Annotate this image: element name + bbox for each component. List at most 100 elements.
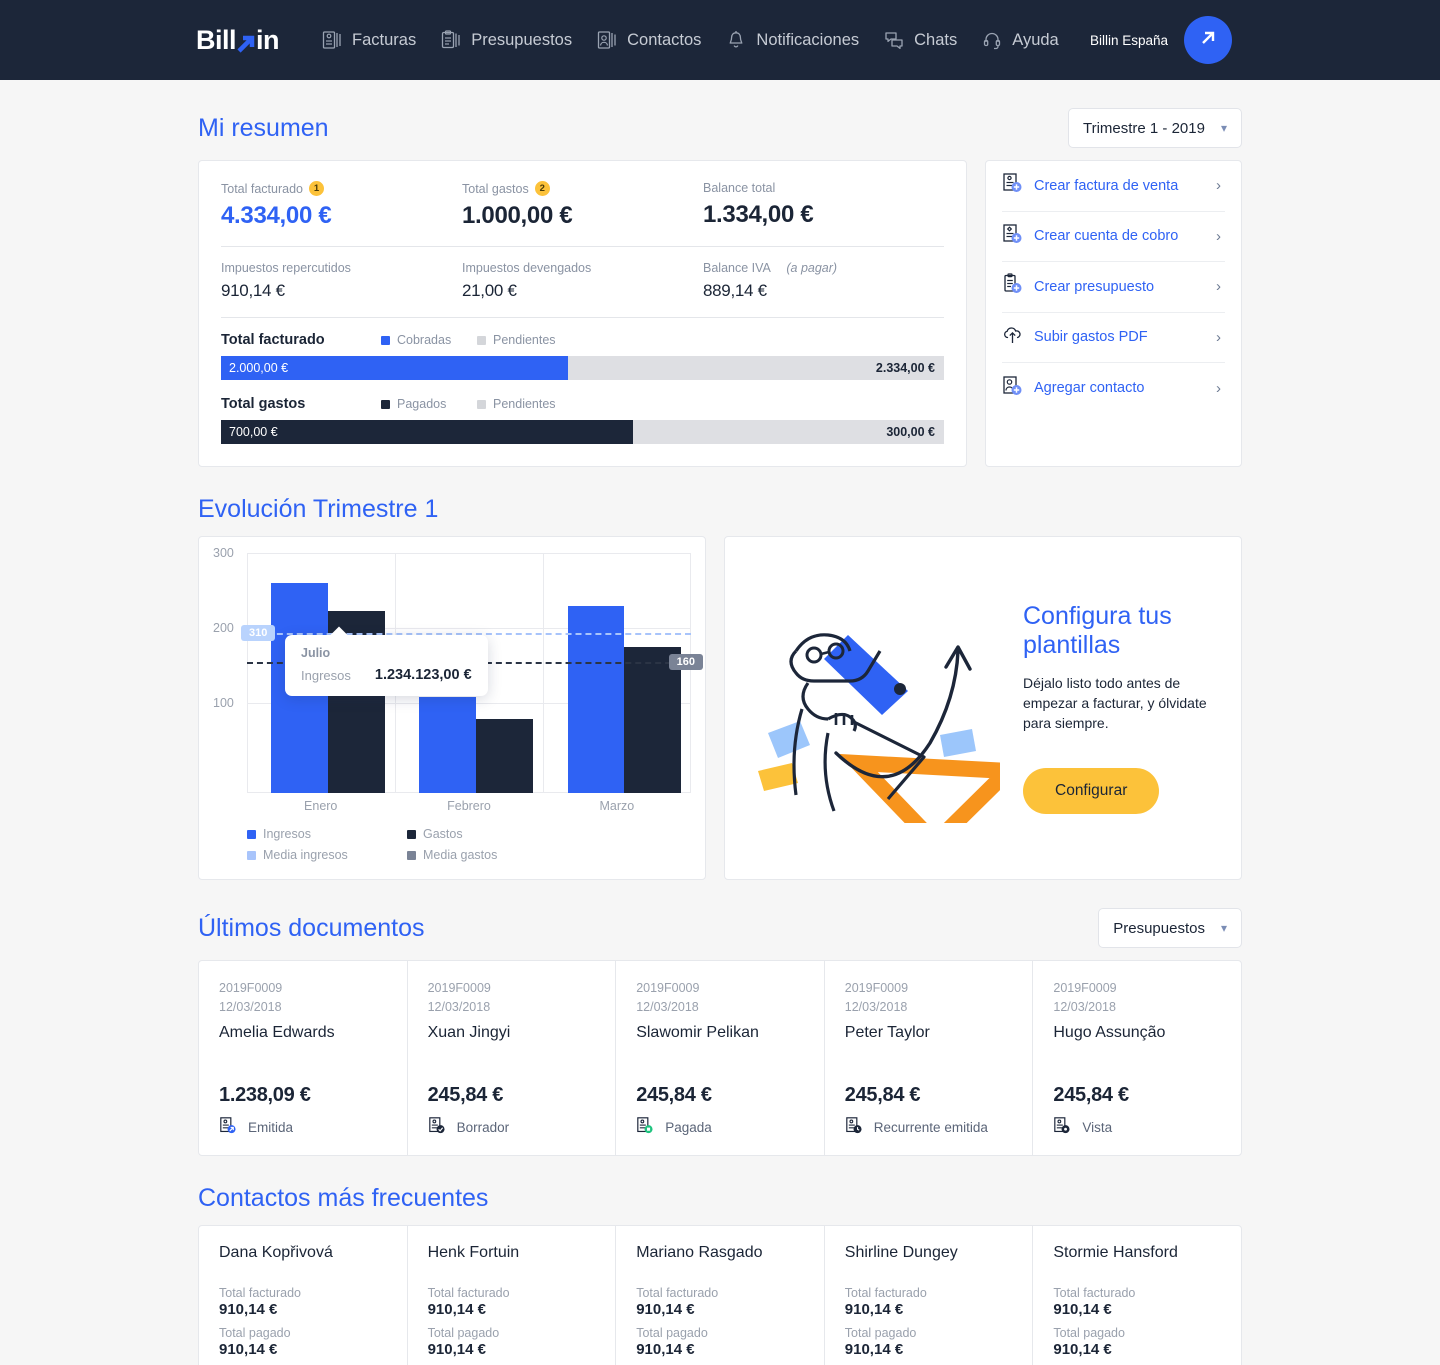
legend-swatch-pagados <box>381 399 390 409</box>
action-subir-gastos-pdf[interactable]: Subir gastos PDF › <box>1002 313 1225 363</box>
y-tick-100: 100 <box>213 696 234 710</box>
legend-swatch-cobradas <box>381 335 390 345</box>
stat-label-impuestos-devengados: Impuestos devengados <box>462 261 592 275</box>
bar-ingresos-febrero[interactable] <box>419 697 477 793</box>
nav-item-facturas[interactable]: Facturas <box>321 29 416 51</box>
action-crear-presupuesto[interactable]: Crear presupuesto › <box>1002 262 1225 313</box>
contact-billed-value-3: 910,14 € <box>636 1300 695 1318</box>
period-select[interactable]: Trimestre 1 - 2019 ▾ <box>1067 108 1242 148</box>
document-name-1: Amelia Edwards <box>219 1023 335 1041</box>
stat-label-balance-total: Balance total <box>703 181 776 195</box>
chart-legend-label-media-ingresos: Media ingresos <box>263 848 348 862</box>
contact-paid-label-1: Total pagado <box>219 1325 291 1340</box>
action-label-crear-cuenta-de-cobro: Crear cuenta de cobro <box>1034 228 1179 245</box>
document-date-4: 12/03/2018 <box>844 1000 908 1015</box>
bar-fill-pagados: 700,00 € <box>221 420 634 444</box>
stat-label-total-gastos: Total gastos <box>462 181 529 196</box>
tooltip-title: Julio <box>301 646 331 660</box>
action-label-crear-presupuesto: Crear presupuesto <box>1034 278 1155 295</box>
document-card-5[interactable]: 2019F0009 12/03/2018 Hugo Assunção 245,8… <box>1033 961 1241 1155</box>
bar-block-facturado: Total facturado Cobradas Pendientes 2.00… <box>221 332 944 380</box>
nav-item-notificaciones[interactable]: Notificaciones <box>725 29 859 51</box>
document-ref-2: 2019F0009 <box>427 981 491 995</box>
bar-chart: 300 200 100 310 160 Julio Ingresos 1.234… <box>213 546 703 793</box>
document-type-select[interactable]: Presupuestos ▾ <box>1098 908 1242 948</box>
contact-billed-value-1: 910,14 € <box>219 1300 278 1318</box>
contact-paid-label-2: Total pagado <box>427 1325 500 1340</box>
document-amount-3: 245,84 € <box>636 1083 712 1106</box>
action-agregar-contacto[interactable]: Agregar contacto › <box>1002 363 1225 414</box>
chart-legend-gastos: Gastos <box>407 827 567 841</box>
document-card-1[interactable]: 2019F0009 12/03/2018 Amelia Edwards 1.23… <box>199 961 408 1155</box>
chart-tooltip: Julio Ingresos 1.234.123,00 € <box>285 626 488 696</box>
document-card-3[interactable]: 2019F0009 12/03/2018 Slawomir Pelikan 24… <box>616 961 825 1155</box>
nav-item-ayuda[interactable]: Ayuda <box>981 29 1059 51</box>
contact-paid-value-1: 910,14 € <box>219 1340 278 1358</box>
bar-fill-cobradas: 2.000,00 € <box>221 356 569 380</box>
stat-total-facturado: Total facturado 1 4.334,00 € <box>221 181 462 230</box>
bar-block-gastos: Total gastos Pagados Pendientes 700,00 €… <box>221 396 944 444</box>
action-crear-cuenta-de-cobro[interactable]: Crear cuenta de cobro › <box>1002 212 1225 262</box>
cloud-upload-icon <box>1002 324 1024 351</box>
contact-card-1[interactable]: Dana Kopřivová Total facturado 910,14 € … <box>199 1225 408 1365</box>
tax-stats: Impuestos repercutidos 910,14 € Impuesto… <box>221 261 944 301</box>
chevron-right-icon-3: › <box>1216 278 1221 296</box>
contacts-grid: Dana Kopřivová Total facturado 910,14 € … <box>198 1224 1242 1365</box>
primary-stats: Total facturado 1 4.334,00 € Total gasto… <box>221 181 944 230</box>
chart-legend-swatch-media-ingresos <box>247 850 256 860</box>
promo-title: Configura tus plantillas <box>1023 602 1172 660</box>
contact-card-2[interactable]: Henk Fortuin Total facturado 910,14 € To… <box>408 1225 617 1365</box>
bar-value-cobradas: 2.000,00 € <box>229 361 289 375</box>
nav-label-presupuestos: Presupuestos <box>471 30 573 49</box>
logo-text-post: in <box>256 24 280 55</box>
stat-total-gastos: Total gastos 2 1.000,00 € <box>462 181 703 230</box>
stat-label-balance-iva: Balance IVA <box>703 261 771 275</box>
legend-label-pendientes-2: Pendientes <box>493 397 556 411</box>
legend-label-pendientes-1: Pendientes <box>493 333 556 347</box>
doc-viewed-icon <box>1053 1116 1073 1139</box>
nav-item-contactos[interactable]: Contactos <box>596 29 701 51</box>
bar-legend-pendientes-2: Pendientes <box>477 397 573 411</box>
clipboard-icon <box>440 29 462 51</box>
document-card-4[interactable]: 2019F0009 12/03/2018 Peter Taylor 245,84… <box>825 961 1034 1155</box>
chart-legend-label-media-gastos: Media gastos <box>423 848 498 862</box>
contact-billed-label-3: Total facturado <box>636 1285 719 1300</box>
contact-billed-value-2: 910,14 € <box>427 1300 486 1318</box>
contact-billed-label-2: Total facturado <box>427 1285 510 1300</box>
document-name-3: Slawomir Pelikan <box>636 1023 759 1041</box>
app-logo[interactable]: Bill in <box>196 24 280 56</box>
contact-plus-icon <box>1002 375 1024 402</box>
gridline-v-2 <box>542 553 544 793</box>
nav-item-chats[interactable]: Chats <box>883 29 957 51</box>
chart-legend-ingresos: Ingresos <box>247 827 407 841</box>
document-ref-4: 2019F0009 <box>844 981 909 995</box>
bar-value-pendientes-1: 2.334,00 € <box>875 361 935 375</box>
invoice-icon <box>321 29 343 51</box>
nav-item-presupuestos[interactable]: Presupuestos <box>440 29 572 51</box>
gridline-v-3 <box>690 553 691 793</box>
contact-card-4[interactable]: Shirline Dungey Total facturado 910,14 €… <box>825 1225 1034 1365</box>
documents-grid: 2019F0009 12/03/2018 Amelia Edwards 1.23… <box>198 960 1242 1156</box>
clipboard-plus-icon <box>1002 273 1024 300</box>
document-date-1: 12/03/2018 <box>219 1000 282 1015</box>
quick-actions-card: Crear factura de venta › Crear cuenta de… <box>985 160 1242 467</box>
contact-billed-value-5: 910,14 € <box>1053 1300 1112 1318</box>
bar-gastos-febrero[interactable] <box>476 718 533 793</box>
stat-value-impuestos-devengados: 21,00 € <box>462 281 517 300</box>
doc-sent-icon <box>219 1116 239 1139</box>
document-card-2[interactable]: 2019F0009 12/03/2018 Xuan Jingyi 245,84 … <box>408 961 617 1155</box>
contact-card-5[interactable]: Stormie Hansford Total facturado 910,14 … <box>1033 1226 1241 1365</box>
action-crear-factura-de-venta[interactable]: Crear factura de venta › <box>1002 161 1225 212</box>
tooltip-value: 1.234.123,00 € <box>374 667 472 683</box>
primary-nav-items: Facturas Presupuestos Contactos Notifica… <box>321 29 1090 51</box>
configurar-button[interactable]: Configurar <box>1023 767 1160 814</box>
stat-badge-1: 1 <box>309 181 324 196</box>
chart-legend-swatch-gastos <box>407 829 416 839</box>
chart-x-labels: Enero Febrero Marzo <box>247 799 691 823</box>
user-avatar[interactable] <box>1184 16 1232 64</box>
document-name-4: Peter Taylor <box>844 1023 930 1041</box>
top-navigation-bar: Bill in Facturas Presupuestos Contactos N… <box>0 0 1440 80</box>
contact-name-1: Dana Kopřivová <box>219 1243 333 1261</box>
document-status-1: Emitida <box>248 1119 294 1135</box>
contact-card-3[interactable]: Mariano Rasgado Total facturado 910,14 €… <box>616 1225 825 1365</box>
